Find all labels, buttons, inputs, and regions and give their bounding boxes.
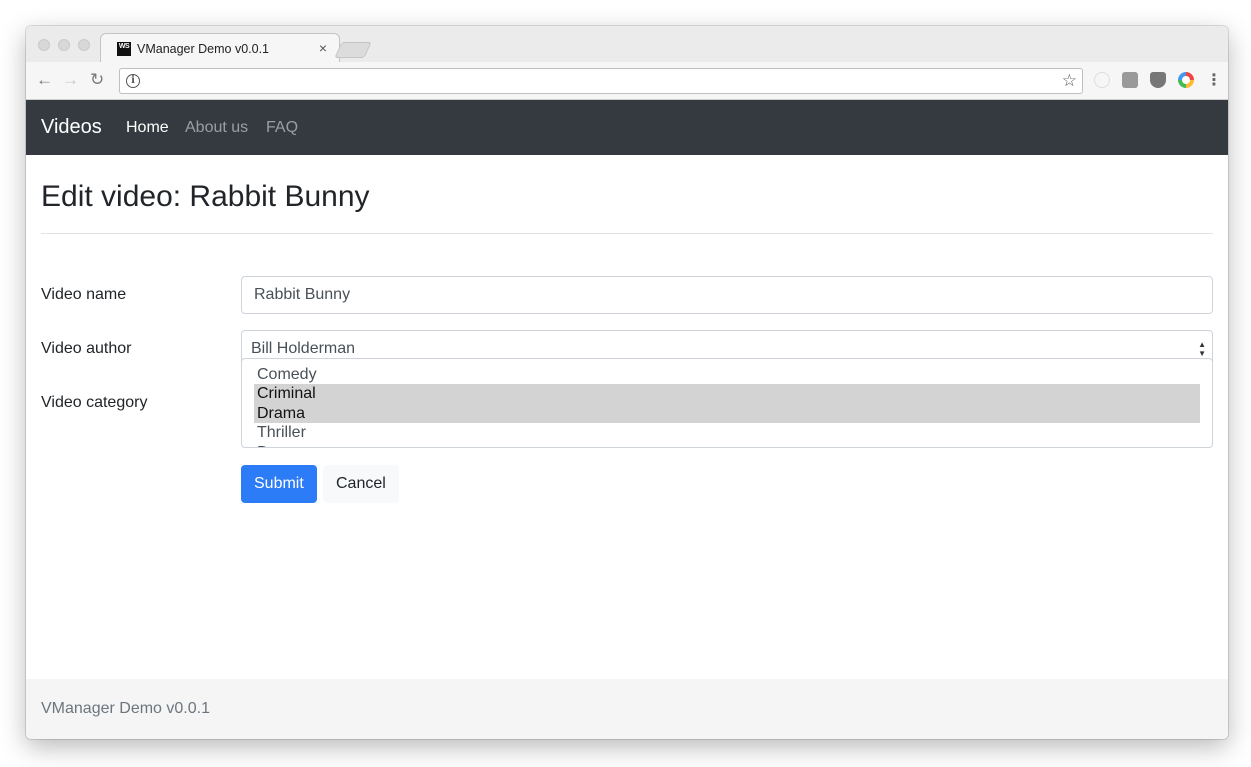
browser-tab[interactable]: WS VManager Demo v0.0.1 ×: [100, 33, 340, 63]
tab-strip: WS VManager Demo v0.0.1 ×: [26, 26, 1228, 63]
new-tab-button[interactable]: [334, 42, 372, 58]
address-bar[interactable]: i ☆: [119, 68, 1083, 94]
top-navbar: Videos Home About us FAQ: [26, 100, 1228, 155]
category-option[interactable]: Criminal: [254, 384, 1200, 404]
nav-link-about-us[interactable]: About us: [185, 119, 248, 137]
browser-menu-icon[interactable]: ⋮: [1206, 70, 1222, 90]
forward-arrow-icon[interactable]: →: [62, 71, 79, 89]
video-category-label: Video category: [41, 394, 148, 411]
close-window-button[interactable]: [38, 39, 50, 51]
submit-button[interactable]: Submit: [241, 465, 317, 503]
tab-close-icon[interactable]: ×: [319, 40, 327, 56]
video-author-value: Bill Holderman: [251, 340, 356, 357]
video-name-input[interactable]: Rabbit Bunny: [241, 276, 1213, 314]
reload-icon[interactable]: ↻: [90, 71, 104, 89]
page-viewport: Videos Home About us FAQ Edit video: Rab…: [26, 100, 1228, 739]
video-category-listbox[interactable]: Comedy Criminal Drama Thriller D: [241, 358, 1213, 448]
category-option[interactable]: Thriller: [254, 423, 1200, 442]
extension-1-icon[interactable]: [1094, 72, 1110, 88]
browser-toolbar: ← → ↻ i ☆ ⋮: [26, 62, 1228, 100]
pocket-icon[interactable]: [1150, 72, 1166, 88]
cancel-button[interactable]: Cancel: [323, 465, 399, 503]
browser-window: WS VManager Demo v0.0.1 × ← → ↻ i ☆ ⋮ Vi…: [26, 26, 1228, 739]
bookmark-star-icon[interactable]: ☆: [1062, 71, 1077, 91]
info-icon[interactable]: i: [126, 74, 140, 88]
category-option[interactable]: Drama: [254, 403, 1200, 424]
tab-title: VManager Demo v0.0.1: [137, 42, 270, 56]
nav-link-home[interactable]: Home: [126, 119, 169, 137]
video-author-label: Video author: [41, 340, 132, 357]
video-name-label: Video name: [41, 286, 127, 303]
navbar-brand[interactable]: Videos: [41, 116, 102, 139]
back-arrow-icon[interactable]: ←: [36, 71, 53, 89]
minimize-window-button[interactable]: [58, 39, 70, 51]
extension-2-icon[interactable]: [1122, 72, 1138, 88]
chrome-extension-icon[interactable]: [1178, 72, 1194, 88]
select-arrows-icon: ▲ ▼: [1198, 340, 1206, 358]
nav-link-faq[interactable]: FAQ: [266, 119, 298, 137]
page-title: Edit video: Rabbit Bunny: [41, 180, 370, 213]
maximize-window-button[interactable]: [78, 39, 90, 51]
webstorm-favicon-icon: WS: [117, 42, 131, 56]
divider: [41, 233, 1213, 234]
category-option[interactable]: D: [254, 443, 1200, 447]
footer-text: VManager Demo v0.0.1: [41, 700, 210, 717]
footer: VManager Demo v0.0.1: [26, 679, 1228, 739]
category-option[interactable]: Comedy: [254, 365, 1200, 384]
